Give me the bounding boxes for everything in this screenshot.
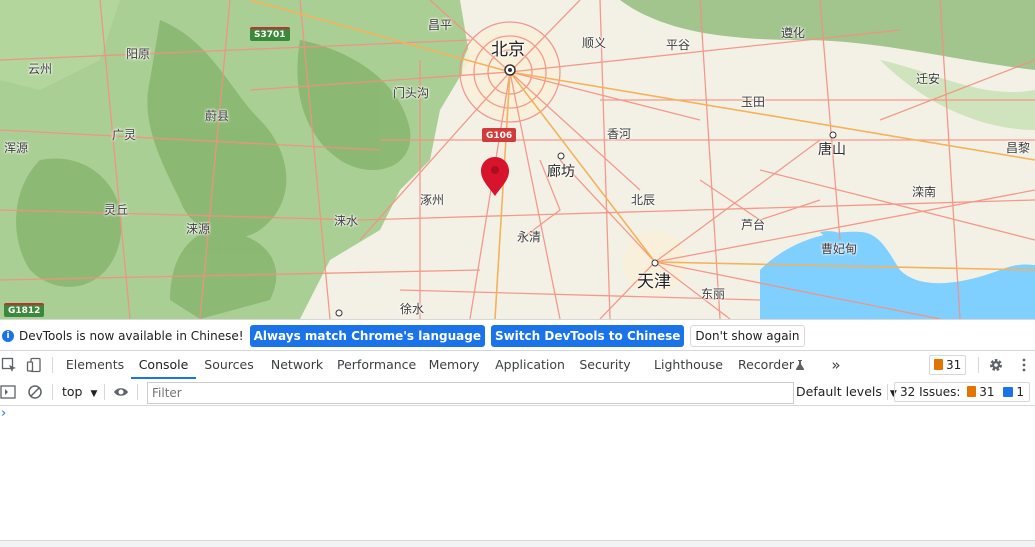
issues-counter-badge[interactable]: 31	[929, 355, 967, 375]
devtools-tabbar: Elements Console Sources Network Perform…	[0, 350, 1035, 380]
city-label: 玉田	[741, 95, 766, 109]
more-tabs-chevron-icon[interactable]: »	[826, 351, 846, 379]
city-label: 浑源	[4, 141, 29, 155]
more-options-icon[interactable]	[1016, 357, 1032, 373]
city-label: 迁安	[916, 72, 941, 86]
city-label: 广灵	[112, 128, 137, 142]
tab-memory[interactable]: Memory	[425, 351, 483, 379]
device-toolbar-icon[interactable]	[26, 357, 42, 373]
city-label: 廊坊	[547, 164, 575, 180]
city-label: 涿州	[420, 193, 445, 207]
console-prompt-icon[interactable]: ›	[1, 406, 6, 421]
info-message-icon	[1003, 387, 1014, 397]
console-output[interactable]: ›	[0, 406, 1035, 540]
info-icon: i	[2, 329, 14, 342]
settings-gear-icon[interactable]	[988, 357, 1004, 373]
live-expression-eye-icon[interactable]	[113, 384, 129, 400]
city-label: 顺义	[582, 36, 607, 50]
city-label: 遵化	[781, 26, 806, 40]
context-selector[interactable]: top ▼	[62, 379, 97, 405]
context-label: top	[62, 384, 83, 399]
log-levels-label: Default levels	[796, 384, 882, 399]
city-label: 涞源	[186, 222, 211, 236]
toolbar-divider	[137, 384, 138, 400]
toolbar-divider	[978, 357, 979, 373]
city-label: 阳原	[126, 47, 151, 61]
city-label: 蔚县	[205, 109, 230, 123]
issues-count: 31	[946, 358, 962, 372]
city-label: 云州	[28, 62, 53, 76]
log-levels-dropdown[interactable]: Default levels ▼	[796, 379, 897, 405]
inspect-element-icon[interactable]	[1, 357, 17, 373]
city-label: 香河	[607, 127, 632, 141]
issues-info-count: 1	[1016, 385, 1024, 399]
toolbar-divider	[52, 384, 53, 400]
city-label: 平谷	[666, 38, 691, 52]
city-label: 徐水	[400, 302, 425, 316]
clear-console-icon[interactable]	[27, 384, 43, 400]
tab-sources[interactable]: Sources	[201, 351, 257, 379]
tab-elements[interactable]: Elements	[63, 351, 127, 379]
dont-show-again-button[interactable]: Don't show again	[690, 324, 805, 347]
city-label: 涞水	[334, 214, 359, 228]
dropdown-arrow-icon: ▼	[90, 389, 98, 399]
console-issues-button[interactable]: 32 Issues: 31 1	[894, 382, 1030, 402]
map-view[interactable]: 昌平 北京 顺义 平谷 遵化 阳原 云州 门头沟 迁安 蔚县 玉田 广灵 香河 …	[0, 0, 1035, 319]
city-label: 北辰	[631, 193, 656, 207]
city-label: 唐山	[818, 142, 846, 158]
road-shield-g106: G106	[482, 128, 517, 142]
infobar-message: DevTools is now available in Chinese!	[19, 328, 244, 343]
tab-application[interactable]: Application	[492, 351, 568, 379]
devtools-language-infobar: i DevTools is now available in Chinese! …	[0, 319, 1035, 351]
issues-label: 32 Issues:	[900, 385, 961, 399]
city-label: 永清	[517, 230, 542, 244]
road-shield-s3701: S3701	[250, 27, 290, 41]
city-label: 灵丘	[104, 203, 129, 217]
road-shield-g1812: G1812	[4, 303, 45, 317]
always-match-language-button[interactable]: Always match Chrome's language	[249, 324, 485, 347]
city-label: 北京	[491, 40, 525, 60]
sidebar-toggle-icon[interactable]	[0, 384, 16, 400]
tab-security[interactable]: Security	[576, 351, 634, 379]
warning-flag-icon	[934, 359, 943, 370]
tab-console[interactable]: Console	[131, 351, 196, 379]
city-label: 昌平	[428, 18, 453, 32]
city-label: 天津	[637, 272, 671, 292]
city-label: 门头沟	[393, 86, 430, 100]
city-label: 滦南	[912, 185, 937, 199]
issues-warn-count: 31	[979, 385, 995, 399]
tab-performance[interactable]: Performance	[337, 351, 416, 379]
switch-to-chinese-button[interactable]: Switch DevTools to Chinese	[490, 324, 685, 347]
toolbar-divider	[52, 357, 53, 373]
city-label: 芦台	[741, 218, 766, 232]
tab-lighthouse[interactable]: Lighthouse	[652, 351, 725, 379]
toolbar-divider	[104, 384, 105, 400]
console-filter-input[interactable]	[147, 382, 794, 404]
warning-flag-icon	[967, 386, 977, 397]
toolbar-divider	[887, 384, 888, 400]
location-pin-icon[interactable]	[481, 157, 509, 196]
city-label: 昌黎	[1006, 141, 1031, 155]
flask-icon	[796, 360, 804, 370]
console-toolbar: top ▼ Default levels ▼ 32 Issues: 31 1	[0, 379, 1035, 406]
tab-recorder[interactable]: Recorder	[738, 351, 794, 379]
city-label: 东丽	[701, 287, 726, 301]
city-label: 曹妃甸	[821, 242, 858, 256]
tab-network[interactable]: Network	[267, 351, 327, 379]
